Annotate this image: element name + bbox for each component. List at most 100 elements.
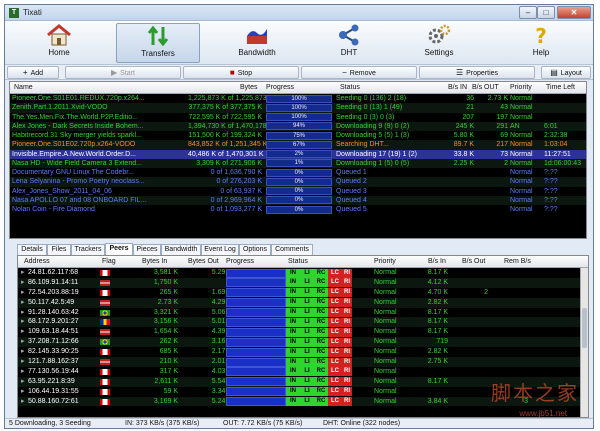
col-peer-bout[interactable]: B/s Out — [462, 258, 485, 265]
peer-row[interactable]: ▸ 77.130.56.19:44 317 K 4.03 K IN LI RC LC RI Nor… — [18, 367, 588, 377]
tab-details[interactable]: Details — [17, 244, 47, 255]
transfer-progress: 94% — [266, 122, 332, 131]
col-progress[interactable]: Progress — [266, 84, 294, 91]
col-peer-status[interactable]: Status — [288, 258, 308, 265]
tab-files[interactable]: Files — [47, 244, 71, 255]
peer-row[interactable]: ▸ 82.145.33.90:25 685 K 2.17 K IN LI RC LC RI Nor… — [18, 347, 588, 357]
col-flag[interactable]: Flag — [102, 258, 116, 265]
transfer-row[interactable]: Lena Selyanina - Promo Poetry neoclass..… — [10, 177, 586, 187]
col-name[interactable]: Name — [14, 84, 33, 91]
peer-bytes-out: 4.29 K — [211, 298, 232, 306]
transfer-row[interactable]: Nasa HD - Wide Field Camera 3 Extend... 3… — [10, 158, 586, 168]
status-flag-rc: RC — [314, 308, 328, 318]
properties-button[interactable]: ☰ Properties — [419, 66, 535, 79]
peer-row[interactable]: ▸ 109.63.18.44:51 1,654 K 4.39 K IN LI RC LC RI N… — [18, 327, 588, 337]
col-status[interactable]: Status — [340, 84, 360, 91]
peer-bs-in: 2.82 K — [427, 348, 448, 356]
peer-bytes-in: 3,156 K — [153, 318, 178, 326]
peer-bytes-out: 4.03 K — [211, 367, 232, 375]
col-priority[interactable]: Priority — [510, 84, 532, 91]
peer-priority: Normal — [374, 367, 397, 375]
transfer-bin: 207 — [462, 113, 474, 121]
status-flag-in: IN — [286, 397, 300, 407]
peer-row[interactable]: ▸ 37.208.71.12:66 262 K 3.16 K IN LI RC LC RI Nor… — [18, 337, 588, 348]
tab-options[interactable]: Options — [239, 244, 271, 255]
stop-button[interactable]: ■ Stop — [183, 66, 299, 79]
tab-bandwidth[interactable]: Bandwidth — [161, 244, 201, 255]
peer-bytes-in: 685 K — [159, 348, 178, 356]
col-address[interactable]: Address — [24, 258, 50, 265]
peer-status: IN LI RC LC RI — [286, 268, 352, 278]
peer-row[interactable]: ▸ 50.117.42.5:49 2.73 K 4.29 K IN LI RC LC RI Nor… — [18, 297, 588, 308]
transfer-row[interactable]: Habitrecord.31 Sky merger yields sparkl.… — [10, 131, 586, 140]
transfer-row[interactable]: Nasa APOLLO 07 and 08 ONBOARD FIL... 0 of… — [10, 195, 586, 205]
peers-header: Address Flag Bytes In Bytes Out Progress… — [18, 256, 588, 268]
transfers-icon — [117, 24, 199, 48]
stop-label: Stop — [237, 70, 253, 77]
col-peer-priority[interactable]: Priority — [374, 258, 396, 265]
status-flag-in: IN — [286, 268, 300, 278]
toolbar-help-button[interactable]: ? Help — [499, 23, 583, 63]
col-time-left[interactable]: Time Left — [546, 84, 575, 91]
transfer-row[interactable]: Alex Jones - Dark Secrets Inside Bohem..… — [10, 121, 586, 131]
status-flag-lc: LC — [328, 298, 342, 308]
add-button[interactable]: + Add — [7, 66, 59, 79]
peer-row[interactable]: ▸ 68.172.9.201:27 3,156 K 5.01 K IN LI RC LC RI N… — [18, 317, 588, 328]
start-button[interactable]: ▶ Start — [65, 66, 181, 79]
col-peer-progress[interactable]: Progress — [226, 258, 254, 265]
transfer-row[interactable]: Pioneer.One.S01E01.REDUX.720p.x264... 1,2… — [10, 94, 586, 103]
col-bout[interactable]: B/s OUT — [472, 84, 499, 91]
status-flag-ri: RI — [342, 337, 352, 347]
peer-row[interactable]: ▸ 86.109.91.14:11 1,750 K IN LI RC LC RI Normal 4… — [18, 277, 588, 288]
transfer-row[interactable]: Pioneer.One.S01E02.720p.x264-VODO 843,852… — [10, 140, 586, 150]
transfer-priority: Normal — [510, 132, 533, 139]
transfer-bytes: 0 of 2,969,964 K — [210, 196, 262, 204]
peer-row[interactable]: ▸ 24.81.62.117:68 3,581 K 5.29 K IN LI RC LC RI N… — [18, 268, 588, 278]
status-flag-lc: LC — [328, 347, 342, 357]
toolbar-bandwidth-button[interactable]: Bandwidth — [215, 23, 299, 63]
peer-address: 86.109.91.14:11 — [28, 278, 79, 286]
peers-scrollbar[interactable] — [580, 268, 588, 417]
tab-pieces[interactable]: Pieces — [133, 244, 161, 255]
transfer-status: Queued 4 — [336, 196, 367, 204]
col-bin[interactable]: B/s IN — [448, 84, 467, 91]
action-bar: + Add ▶ Start ■ Stop − Remove ☰ Properties ▤ L… — [5, 65, 593, 80]
peer-row[interactable]: ▸ 121.7.88.162:37 210 K 2.01 K IN LI RC LC RI Nor… — [18, 357, 588, 367]
transfer-name: Invisible.Empire.A.New.World.Order.D... — [12, 150, 136, 158]
tab-event-log[interactable]: Event Log — [201, 244, 239, 255]
tab-trackers[interactable]: Trackers — [71, 244, 105, 255]
transfer-row[interactable]: Documentary GNU Linux The Codebr... 0 of … — [10, 168, 586, 177]
toolbar-settings-button[interactable]: Settings — [397, 23, 481, 63]
tab-peers[interactable]: Peers — [105, 243, 133, 255]
status-flag-li: LI — [300, 367, 314, 377]
transfer-row[interactable]: The.Yes.Men.Fix.The.World.P2P.Editio... 7… — [10, 113, 586, 122]
close-button[interactable]: ✕ — [557, 6, 591, 19]
transfer-row[interactable]: Nolan Coin - Fire Diamond 0 of 1,093,277 … — [10, 205, 586, 214]
status-flag-li: LI — [300, 308, 314, 318]
col-rem[interactable]: Rem B/s — [504, 258, 531, 265]
col-bytes-in[interactable]: Bytes In — [142, 258, 167, 265]
remove-button[interactable]: − Remove — [301, 66, 417, 79]
peer-progress-bar — [226, 337, 286, 347]
maximize-button[interactable]: □ — [537, 6, 555, 19]
tixati-logo-icon: T — [9, 8, 19, 18]
status-flag-ri: RI — [342, 317, 352, 327]
transfer-row[interactable]: Zenith.Part.1.2011.Xvid-VODO 377,375 K of… — [10, 103, 586, 113]
col-peer-bin[interactable]: B/s In — [428, 258, 446, 265]
col-bytes-out[interactable]: Bytes Out — [188, 258, 219, 265]
transfer-row[interactable]: Invisible.Empire.A.New.World.Order.D... 4… — [10, 149, 586, 159]
scrollbar-thumb[interactable] — [582, 308, 587, 348]
peer-row[interactable]: ▸ 72.54.203.88:19 265 K 1.69 K IN LI RC LC RI Nor… — [18, 288, 588, 298]
toolbar-home-button[interactable]: Home — [17, 23, 101, 63]
col-bytes[interactable]: Bytes — [240, 84, 258, 91]
peer-row[interactable]: ▸ 91.28.140.63:42 3,321 K 5.06 K IN LI RC LC RI N… — [18, 308, 588, 318]
transfer-status: Downloading 9 (9) 0 (2) — [336, 122, 410, 130]
toolbar-transfers-button[interactable]: Transfers — [116, 23, 200, 63]
layout-button[interactable]: ▤ Layout — [541, 66, 591, 79]
toolbar-dht-button[interactable]: DHT — [307, 23, 391, 63]
expand-arrow-icon: ▸ — [21, 328, 25, 336]
minimize-button[interactable]: – — [519, 6, 537, 19]
transfer-row[interactable]: Alex_Jones_Show_2011_04_06 0 of 63,937 K 0… — [10, 187, 586, 196]
flag-icon — [100, 378, 110, 385]
tab-comments[interactable]: Comments — [271, 244, 313, 255]
